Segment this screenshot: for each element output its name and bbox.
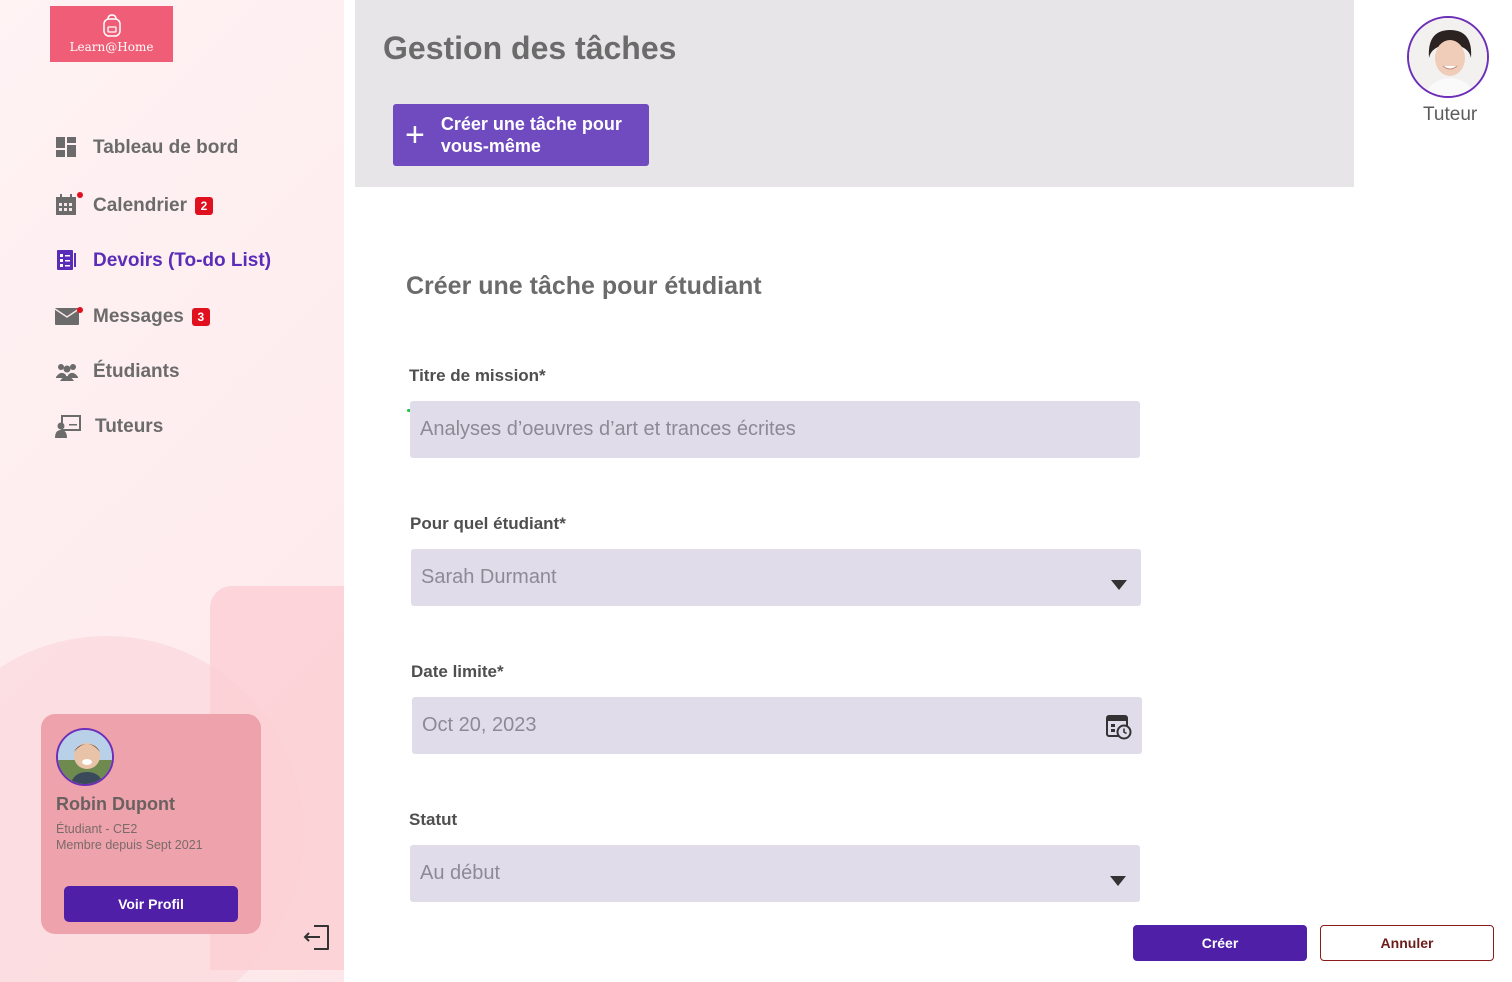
student-select[interactable]: Sarah Durmant: [411, 549, 1141, 606]
app-logo[interactable]: Learn@Home: [50, 6, 173, 62]
page-title: Gestion des tâches: [383, 30, 677, 66]
mission-title-label: Titre de mission*: [409, 366, 546, 385]
todo-list-icon: [55, 249, 79, 273]
cancel-button[interactable]: Annuler: [1320, 925, 1494, 961]
mail-icon: [54, 305, 83, 329]
calendar-icon: [55, 192, 83, 218]
sidebar-item-label: Devoirs (To-do List): [93, 250, 272, 271]
sidebar-item-label: Messages: [93, 306, 184, 327]
sidebar-item-students[interactable]: Étudiants: [55, 356, 180, 388]
logout-icon[interactable]: [302, 922, 332, 952]
sidebar-item-label: Calendrier: [93, 195, 187, 216]
status-select[interactable]: Au début: [410, 845, 1140, 902]
logo-text: Learn@Home: [69, 40, 154, 54]
sidebar-item-messages[interactable]: Messages 3: [54, 301, 210, 333]
mission-title-input[interactable]: Analyses d’oeuvres d’art et trances écri…: [410, 401, 1140, 458]
create-self-task-button[interactable]: + Créer une tâche pour vous-même: [393, 104, 649, 166]
profile-name: Robin Dupont: [56, 794, 175, 814]
caret-down-icon: [1111, 573, 1127, 596]
student-value: Sarah Durmant: [421, 566, 557, 588]
deadline-label: Date limite*: [411, 662, 504, 681]
sidebar-item-calendar[interactable]: Calendrier 2: [55, 190, 213, 222]
tutor-icon: [55, 415, 81, 439]
dashboard-icon: [55, 136, 79, 160]
student-label: Pour quel étudiant*: [410, 514, 566, 533]
backpack-icon: [102, 14, 121, 37]
sidebar: Learn@Home Tableau de bord Calendrier 2 …: [0, 0, 344, 982]
deadline-input[interactable]: Oct 20, 2023: [412, 697, 1142, 754]
view-profile-button[interactable]: Voir Profil: [64, 886, 238, 922]
status-label: Statut: [409, 810, 458, 829]
calendar-clock-icon[interactable]: [1106, 714, 1132, 746]
sidebar-item-label: Tableau de bord: [93, 137, 239, 158]
caret-down-icon: [1110, 869, 1126, 892]
profile-member-since: Membre depuis Sept 2021: [56, 838, 203, 852]
notification-dot: [77, 192, 83, 198]
messages-badge: 3: [191, 308, 210, 326]
students-icon: [55, 360, 79, 384]
sidebar-item-label: Étudiants: [93, 361, 180, 382]
sidebar-item-todo[interactable]: Devoirs (To-do List): [55, 245, 271, 277]
user-avatar[interactable]: [1407, 16, 1489, 98]
create-self-task-label: Créer une tâche pour vous-même: [440, 114, 622, 156]
form-title: Créer une tâche pour étudiant: [406, 272, 762, 300]
deadline-value: Oct 20, 2023: [422, 714, 537, 736]
calendar-badge: 2: [194, 197, 213, 215]
create-button[interactable]: Créer: [1133, 925, 1307, 961]
notification-dot: [77, 307, 83, 313]
sidebar-item-label: Tuteurs: [95, 416, 164, 437]
sidebar-item-dashboard[interactable]: Tableau de bord: [55, 132, 238, 164]
mission-title-value: Analyses d’oeuvres d’art et trances écri…: [420, 418, 796, 440]
profile-role: Étudiant - CE2: [56, 822, 138, 836]
plus-icon: +: [405, 116, 425, 154]
avatar: [56, 728, 114, 786]
status-value: Au début: [420, 862, 501, 884]
profile-card: Robin Dupont Étudiant - CE2 Membre depui…: [41, 714, 261, 934]
sidebar-item-tutors[interactable]: Tuteurs: [55, 411, 163, 443]
user-role-label: Tuteur: [1423, 104, 1478, 125]
